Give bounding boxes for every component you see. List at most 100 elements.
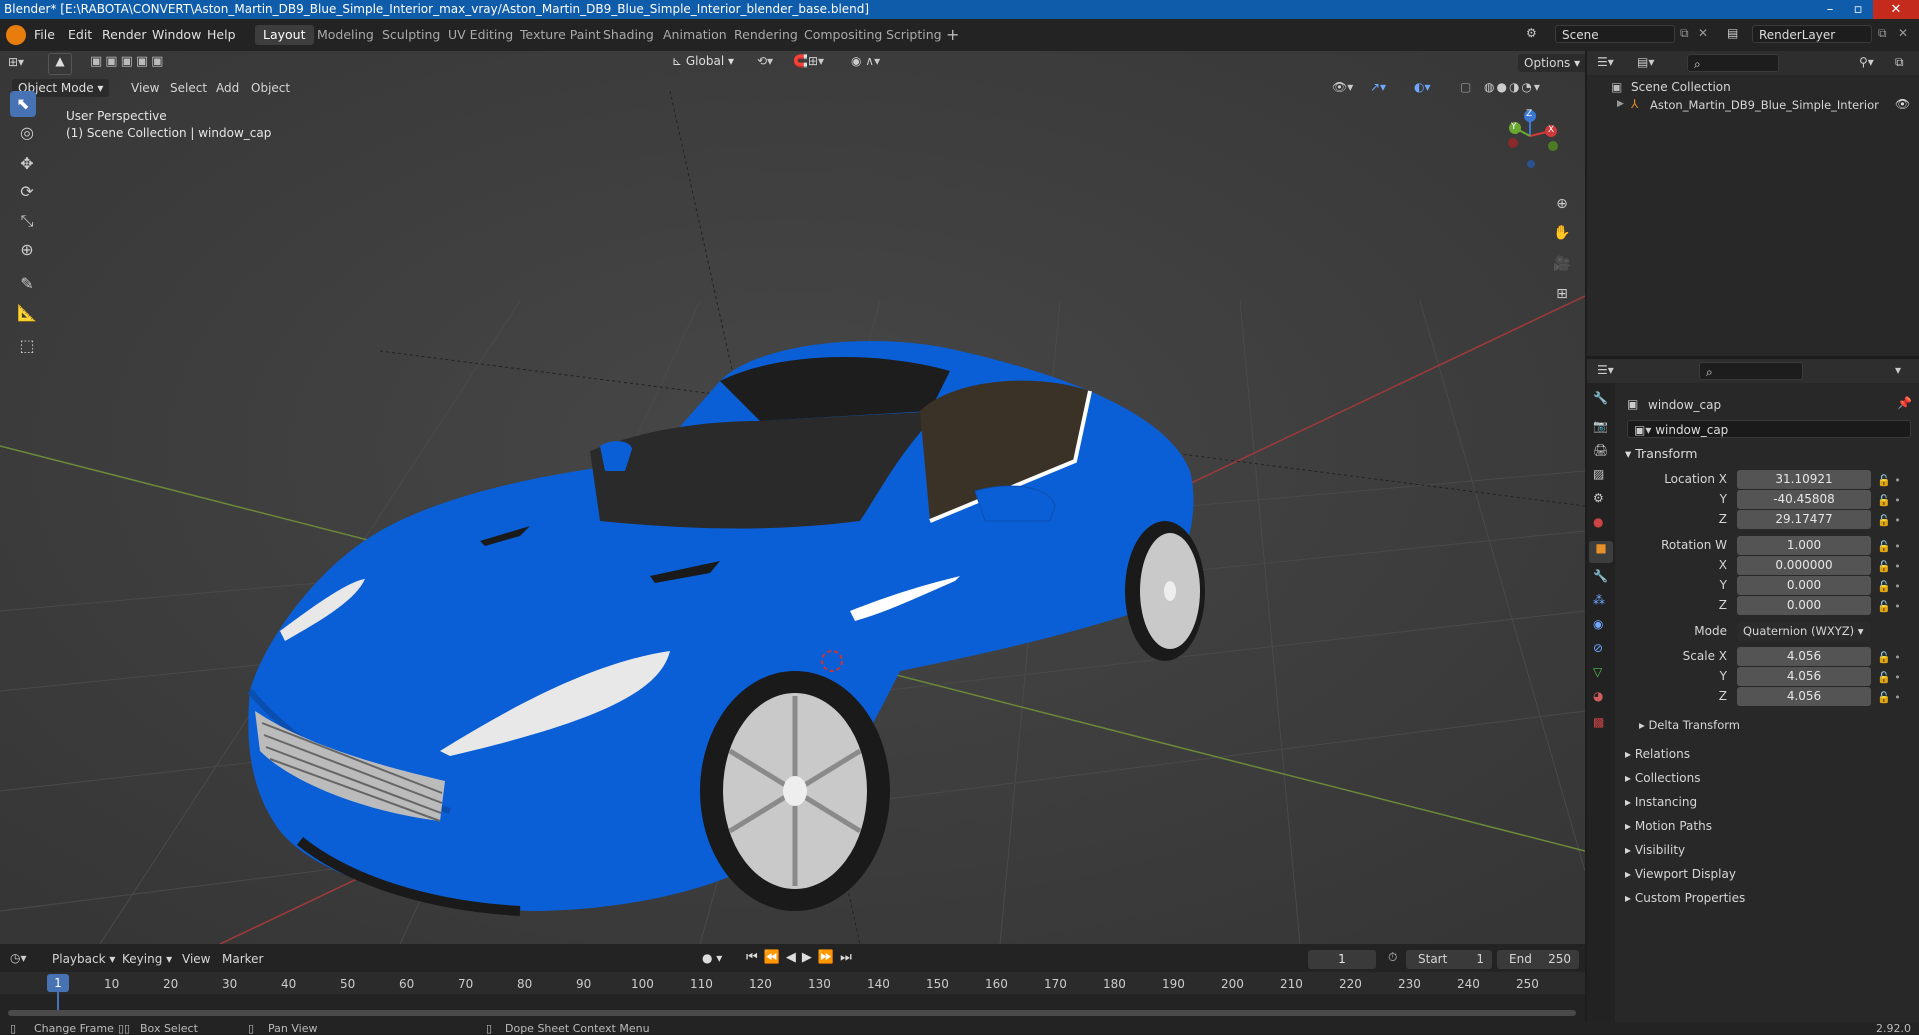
expand-icon[interactable]: ▶ <box>1617 99 1624 109</box>
tab-sculpting[interactable]: Sculpting <box>374 25 448 45</box>
render-tab-icon[interactable]: 📷 <box>1593 419 1608 433</box>
rotation-lock-icons[interactable]: 🔓 • 🔓 • 🔓 • 🔓 • <box>1877 537 1901 617</box>
ortho-grid-icon[interactable]: ⊞ <box>1549 281 1575 307</box>
physics-tab-icon[interactable]: ◉ <box>1593 617 1603 631</box>
rotation-z-field[interactable]: 0.000 <box>1737 596 1871 615</box>
overlay-toggle-icon[interactable]: ◐▾ <box>1414 80 1431 94</box>
viewport-menu-view[interactable]: View <box>131 81 159 95</box>
delete-layer-icon[interactable]: ✕ <box>1898 26 1908 40</box>
tab-modeling[interactable]: Modeling <box>309 25 382 45</box>
playback-controls[interactable]: ⏮⏪◀▶⏩⏭ <box>746 950 858 965</box>
tool-tab-icon[interactable]: 🔧 <box>1593 391 1608 405</box>
tab-scripting[interactable]: Scripting <box>878 25 950 45</box>
pan-hand-icon[interactable]: ✋ <box>1549 220 1575 246</box>
modifier-tab-icon[interactable]: 🔧 <box>1593 569 1608 583</box>
panel-custom-properties[interactable]: ▸ Custom Properties <box>1625 886 1745 910</box>
tab-animation[interactable]: Animation <box>655 25 735 45</box>
scene-tab-icon[interactable]: ⚙ <box>1593 491 1604 505</box>
add-cube-tool-button[interactable]: ⬚ <box>14 333 40 359</box>
viewport-menu-select[interactable]: Select <box>170 81 207 95</box>
annotate-tool-button[interactable]: ✎ <box>14 271 40 297</box>
panel-motion-paths[interactable]: ▸ Motion Paths <box>1625 814 1745 838</box>
properties-editor-icon[interactable]: ☰▾ <box>1597 363 1614 377</box>
object-name-field[interactable]: ▣▾ window_cap <box>1627 420 1911 438</box>
viewport-menu-object[interactable]: Object <box>251 81 290 95</box>
display-mode-icon[interactable]: ▤▾ <box>1637 55 1654 69</box>
panel-instancing[interactable]: ▸ Instancing <box>1625 790 1745 814</box>
timeline-scrollbar[interactable] <box>8 1010 1576 1016</box>
camera-icon[interactable]: 🎥 <box>1549 251 1575 277</box>
3d-viewport[interactable]: ⊞▾ ▲ ▣▣▣▣▣ Object Mode ▾ View Select Add… <box>0 51 1585 944</box>
tab-rendering[interactable]: Rendering <box>726 25 806 45</box>
close-icon[interactable]: ✕ <box>1873 0 1919 19</box>
scale-z-field[interactable]: 4.056 <box>1737 687 1871 706</box>
xray-icon[interactable]: ▢ <box>1460 80 1471 94</box>
zoom-icon[interactable]: ⊕ <box>1549 191 1575 217</box>
scale-lock-icons[interactable]: 🔓 • 🔓 • 🔓 • <box>1877 648 1901 708</box>
options-dropdown[interactable]: Options ▾ <box>1518 54 1585 72</box>
move-tool-button[interactable]: ✥ <box>14 151 40 177</box>
filter-icon[interactable]: ⚲▾ <box>1859 55 1874 69</box>
clock-icon[interactable]: ⏱ <box>1388 950 1397 965</box>
outliner-search-input[interactable]: ⌕ <box>1687 54 1779 72</box>
start-frame-field[interactable]: Start 1 <box>1406 950 1492 969</box>
current-frame-field[interactable]: 1 <box>1308 950 1376 969</box>
snap-icon[interactable]: 🧲⊞▾ <box>793 54 824 68</box>
tab-shading[interactable]: Shading <box>595 25 662 45</box>
select-tool-icon[interactable]: ▲ <box>48 53 72 75</box>
rotation-x-field[interactable]: 0.000000 <box>1737 556 1871 575</box>
location-x-field[interactable]: 31.10921 <box>1737 470 1871 489</box>
scale-y-field[interactable]: 4.056 <box>1737 667 1871 686</box>
collapse-icon[interactable]: ▾ <box>1895 363 1901 377</box>
menu-render[interactable]: Render <box>102 27 147 42</box>
texture-tab-icon[interactable]: ▩ <box>1593 715 1604 729</box>
outliner-editor-icon[interactable]: ☰▾ <box>1597 55 1614 69</box>
particles-tab-icon[interactable]: ⁂ <box>1593 593 1605 607</box>
proportional-edit-icon[interactable]: ◉ ∧▾ <box>851 54 880 68</box>
outliner-scene-collection[interactable]: Scene Collection <box>1631 80 1731 94</box>
rotation-mode-dropdown[interactable]: Quaternion (WXYZ) ▾ <box>1737 622 1871 641</box>
measure-tool-button[interactable]: 📐 <box>14 300 40 326</box>
panel-collections[interactable]: ▸ Collections <box>1625 766 1745 790</box>
outliner-item[interactable]: Aston_Martin_DB9_Blue_Simple_Interior <box>1650 98 1879 112</box>
panel-relations[interactable]: ▸ Relations <box>1625 742 1745 766</box>
new-collection-icon[interactable]: ⧉ <box>1895 55 1904 70</box>
constraints-tab-icon[interactable]: ⊘ <box>1593 641 1603 655</box>
delete-scene-icon[interactable]: ✕ <box>1698 26 1708 40</box>
location-y-field[interactable]: -40.45808 <box>1737 490 1871 509</box>
new-layer-icon[interactable]: ⧉ <box>1878 26 1887 41</box>
gizmo-toggle-icon[interactable]: ↗▾ <box>1370 80 1386 94</box>
object-tab-icon[interactable]: ■ <box>1589 541 1613 563</box>
lock-icons[interactable]: 🔓 • 🔓 • 🔓 • <box>1877 471 1901 531</box>
properties-search-input[interactable]: ⌕ <box>1699 362 1803 380</box>
maximize-icon[interactable]: ▫ <box>1845 0 1871 19</box>
tab-compositing[interactable]: Compositing <box>796 25 890 45</box>
eye-icon[interactable]: 👁 <box>1895 97 1910 111</box>
tab-uv-editing[interactable]: UV Editing <box>440 25 521 45</box>
menu-edit[interactable]: Edit <box>68 27 92 42</box>
editor-type-icon[interactable]: ⊞▾ <box>8 55 38 73</box>
rotate-tool-button[interactable]: ⟳ <box>14 179 40 205</box>
transform-tool-button[interactable]: ⊕ <box>14 237 40 263</box>
scene-icon[interactable]: ⚙ <box>1526 26 1537 40</box>
material-tab-icon[interactable]: ◕ <box>1593 689 1603 703</box>
timeline-menu-playback[interactable]: Playback ▾ <box>52 952 115 966</box>
shading-mode-icons[interactable]: ◍●◑◔▾ <box>1484 80 1542 94</box>
cursor-tool-button[interactable]: ◎ <box>14 120 40 146</box>
render-layer-field[interactable]: RenderLayer <box>1752 25 1872 43</box>
timeline-menu-keying[interactable]: Keying ▾ <box>122 952 172 966</box>
menu-file[interactable]: File <box>34 27 55 42</box>
menu-window[interactable]: Window <box>152 27 201 42</box>
timeline-menu-view[interactable]: View <box>182 952 210 966</box>
transform-orientation-dropdown[interactable]: ⊾ Global ▾ <box>672 54 734 68</box>
viewport-menu-add[interactable]: Add <box>216 81 239 95</box>
select-mode-icons[interactable]: ▣▣▣▣▣ <box>90 54 185 72</box>
tab-layout[interactable]: Layout <box>255 25 314 45</box>
timeline-editor-icon[interactable]: ◷▾ <box>10 951 27 965</box>
scale-x-field[interactable]: 4.056 <box>1737 647 1871 666</box>
timeline-menu-marker[interactable]: Marker <box>222 952 263 966</box>
scale-tool-button[interactable]: ⤡ <box>14 208 40 234</box>
minimize-icon[interactable]: – <box>1817 0 1843 19</box>
scene-field[interactable]: Scene <box>1555 25 1675 43</box>
view-layer-icon[interactable]: ▤ <box>1727 26 1738 40</box>
